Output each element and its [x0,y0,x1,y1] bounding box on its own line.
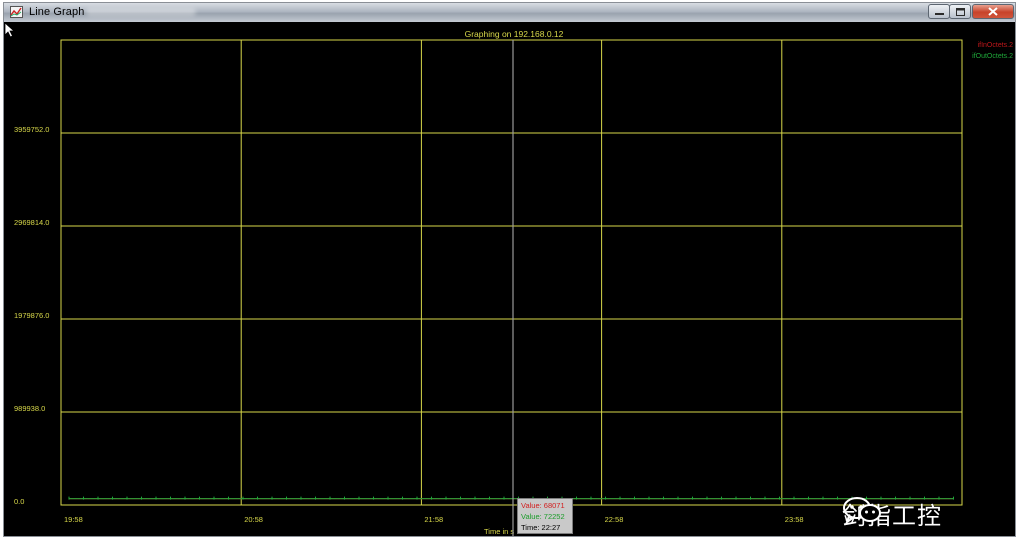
x-tick-label: 20:58 [244,515,263,524]
tooltip-value-in: Value: 68071 [521,501,565,510]
close-icon [988,7,998,16]
plot-frame [60,39,963,506]
x-tick-label: 22:58 [605,515,624,524]
y-tick-label: 1979876.0 [14,311,49,320]
line-chart[interactable]: Graphing on 192.168.0.12 0.0 989938.0 19798… [4,22,1015,536]
y-tick-label: 989938.0 [14,404,45,413]
graph-area[interactable]: Graphing on 192.168.0.12 0.0 989938.0 19798… [4,22,1015,536]
tooltip-time: Time: 22:27 [521,523,561,532]
title-bar[interactable]: Line Graph [4,3,1015,22]
minimize-icon [934,12,944,15]
title-bar-blur [86,8,196,16]
tooltip-value-out: Value: 72252 [521,512,565,521]
x-tick-label: 23:58 [785,515,804,524]
line-graph-icon [10,6,23,18]
minimize-button[interactable] [928,4,950,19]
legend-item-in: ifInOctets.2 [977,42,1013,49]
chart-title: Graphing on 192.168.0.12 [465,29,564,39]
x-tick-label: 21:58 [424,515,443,524]
wechat-icon [843,497,881,524]
mouse-pointer-icon [4,22,16,38]
y-tick-label: 0.0 [14,497,24,506]
maximize-icon [955,7,965,16]
y-tick-label: 3959752.0 [14,125,49,134]
y-tick-label: 2969814.0 [14,218,49,227]
hover-tooltip: Value: 68071 Value: 72252 Time: 22:27 [517,498,573,534]
watermark: 剑指工控 [842,496,942,531]
legend-item-out: ifOutOctets.2 [972,53,1013,60]
chart-legend: ifInOctets.2 ifOutOctets.2 [972,40,1013,62]
x-axis-label: Time in s [484,527,514,536]
line-graph-window: Line Graph Graphing on 192.168.0.12 0.0 98… [3,2,1016,537]
x-tick-label: 19:58 [64,515,83,524]
window-title: Line Graph [29,6,85,18]
close-button[interactable] [972,4,1014,19]
maximize-button[interactable] [949,4,971,19]
